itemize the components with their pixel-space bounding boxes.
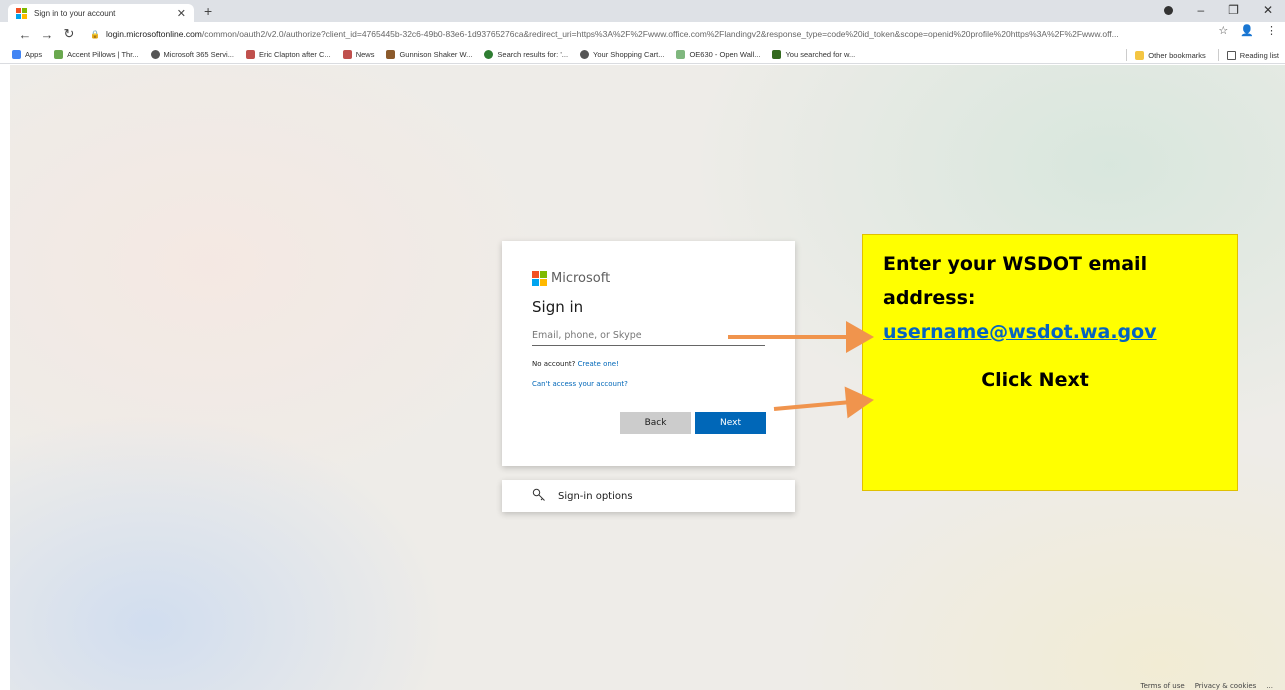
- back-arrow-icon[interactable]: ←: [14, 27, 36, 42]
- email-input[interactable]: [532, 326, 765, 346]
- bookmark-item[interactable]: Your Shopping Cart...: [580, 50, 664, 59]
- no-account-text: No account? Create one!: [532, 360, 619, 368]
- sign-in-options-button[interactable]: Sign-in options: [502, 480, 795, 512]
- bookmark-favicon-icon: [580, 50, 590, 59]
- browser-tab[interactable]: Sign in to your account ✕: [8, 4, 194, 22]
- url-path: /common/oauth2/v2.0/authorize?client_id=…: [201, 29, 1119, 39]
- sign-in-card: Microsoft Sign in No account? Create one…: [502, 241, 795, 466]
- folder-icon: [1135, 50, 1145, 60]
- bookmark-item[interactable]: Gunnison Shaker W...: [386, 50, 472, 59]
- bookmark-favicon-icon: [772, 50, 782, 59]
- url-host: login.microsoftonline.com: [105, 29, 202, 39]
- microsoft-logo: Microsoft: [532, 271, 765, 286]
- browser-toolbar: ← → ↻ 🔒 login.microsoftonline.com /commo…: [0, 22, 1285, 46]
- bookmarks-bar-right: Other bookmarks Reading list: [1118, 46, 1279, 64]
- divider: [1126, 49, 1128, 61]
- instruction-callout: Enter your WSDOT email address: username…: [862, 234, 1238, 491]
- close-tab-icon[interactable]: ✕: [177, 7, 186, 20]
- privacy-link[interactable]: Privacy & cookies: [1195, 682, 1257, 690]
- callout-line-2: address:: [883, 287, 976, 309]
- callout-email: username@wsdot.wa.gov: [883, 321, 1157, 343]
- bookmark-favicon-icon: [484, 50, 494, 59]
- extension-icon[interactable]: [1164, 5, 1174, 15]
- divider: [1217, 49, 1219, 61]
- bookmark-favicon-icon: [54, 50, 64, 59]
- reading-list[interactable]: Reading list: [1226, 50, 1279, 60]
- sign-in-title: Sign in: [532, 298, 584, 316]
- create-account-link[interactable]: Create one!: [578, 360, 619, 368]
- callout-line-1: Enter your WSDOT email: [883, 253, 1148, 275]
- browser-tab-strip: Sign in to your account ✕ + – ❐ ✕: [0, 0, 1285, 22]
- more-options-link[interactable]: ...: [1266, 682, 1273, 690]
- bookmark-star-icon[interactable]: ☆: [1218, 24, 1228, 37]
- minimize-button[interactable]: –: [1197, 3, 1204, 17]
- bookmark-favicon-icon: [676, 50, 686, 59]
- bookmark-item[interactable]: Apps: [12, 50, 42, 59]
- reload-icon[interactable]: ↻: [58, 26, 80, 42]
- reading-list-icon: [1226, 50, 1236, 60]
- menu-kebab-icon[interactable]: ⋮: [1266, 24, 1277, 37]
- new-tab-button[interactable]: +: [204, 4, 212, 18]
- other-bookmarks[interactable]: Other bookmarks: [1135, 50, 1206, 60]
- bookmark-favicon-icon: [150, 50, 160, 59]
- toolbar-right: ☆ 👤 ⋮: [1218, 24, 1277, 37]
- address-bar[interactable]: 🔒 login.microsoftonline.com /common/oaut…: [90, 24, 1240, 44]
- bookmark-favicon-icon: [386, 50, 396, 59]
- restore-button[interactable]: ❐: [1228, 3, 1239, 17]
- bookmark-item[interactable]: Microsoft 365 Servi...: [150, 50, 234, 59]
- tab-title: Sign in to your account: [34, 8, 116, 18]
- profile-icon[interactable]: 👤: [1240, 24, 1254, 37]
- button-row: Back Next: [620, 412, 766, 434]
- sign-in-options-label: Sign-in options: [558, 490, 633, 502]
- lock-icon: 🔒: [90, 29, 100, 39]
- callout-click-next: Click Next: [981, 369, 1089, 391]
- cant-access-row: Can't access your account?: [532, 380, 765, 388]
- cant-access-link[interactable]: Can't access your account?: [532, 380, 628, 388]
- bookmark-item[interactable]: Accent Pillows | Thr...: [54, 50, 139, 59]
- terms-link[interactable]: Terms of use: [1140, 682, 1184, 690]
- bookmarks-bar: Apps Accent Pillows | Thr... Microsoft 3…: [0, 46, 1285, 64]
- back-button[interactable]: Back: [620, 412, 691, 434]
- bookmark-favicon-icon: [342, 50, 352, 59]
- bookmark-item[interactable]: OE630 - Open Wall...: [676, 50, 760, 59]
- key-icon: [532, 488, 546, 505]
- bookmark-item[interactable]: You searched for w...: [772, 50, 855, 59]
- microsoft-logo-icon: [532, 271, 547, 286]
- brand-name: Microsoft: [551, 271, 611, 286]
- bookmark-item[interactable]: Search results for: '...: [484, 50, 568, 59]
- microsoft-favicon-icon: [16, 8, 27, 19]
- close-window-button[interactable]: ✕: [1263, 3, 1273, 17]
- window-controls: – ❐ ✕: [1164, 3, 1273, 17]
- bookmark-item[interactable]: News: [342, 50, 374, 59]
- bookmark-favicon-icon: [245, 50, 255, 59]
- apps-grid-icon: [12, 50, 21, 59]
- forward-arrow-icon[interactable]: →: [36, 27, 58, 42]
- bookmark-item[interactable]: Eric Clapton after C...: [245, 50, 331, 59]
- next-button[interactable]: Next: [695, 412, 766, 434]
- page-footer: Terms of use Privacy & cookies ...: [1140, 682, 1273, 690]
